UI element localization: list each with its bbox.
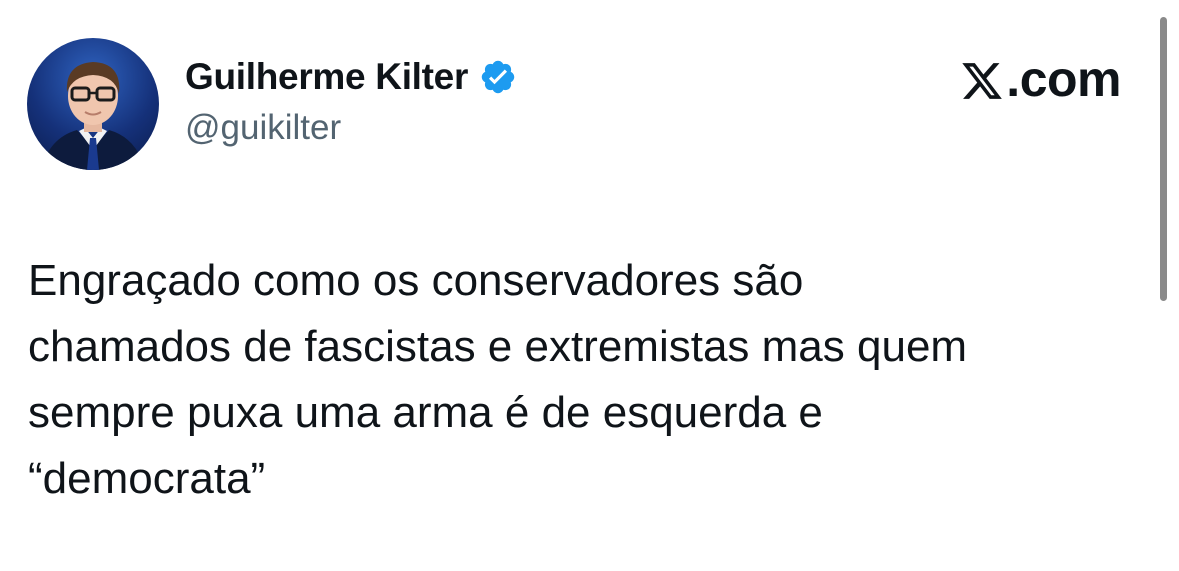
avatar-photo	[41, 62, 145, 170]
verified-badge-icon	[479, 58, 517, 96]
tweet-text-line: Engraçado como os conservadores são	[28, 256, 804, 305]
tweet-text: Engraçado como os conservadores são cham…	[28, 248, 1138, 512]
tweet-text-line: sempre puxa uma arma é de esquerda e	[28, 388, 823, 437]
tweet-text-line: “democrata”	[28, 454, 266, 503]
brand-domain-label: .com	[1006, 51, 1121, 107]
tweet-text-line: chamados de fascistas e extremistas mas …	[28, 322, 968, 371]
x-logo-icon	[960, 57, 1004, 101]
scrollbar[interactable]	[1160, 17, 1167, 301]
avatar[interactable]	[27, 38, 159, 170]
brand-mark: .com	[960, 51, 1121, 107]
author-display-name[interactable]: Guilherme Kilter	[185, 56, 468, 98]
author-handle[interactable]: @guikilter	[185, 108, 341, 148]
author-row: Guilherme Kilter	[185, 54, 517, 100]
